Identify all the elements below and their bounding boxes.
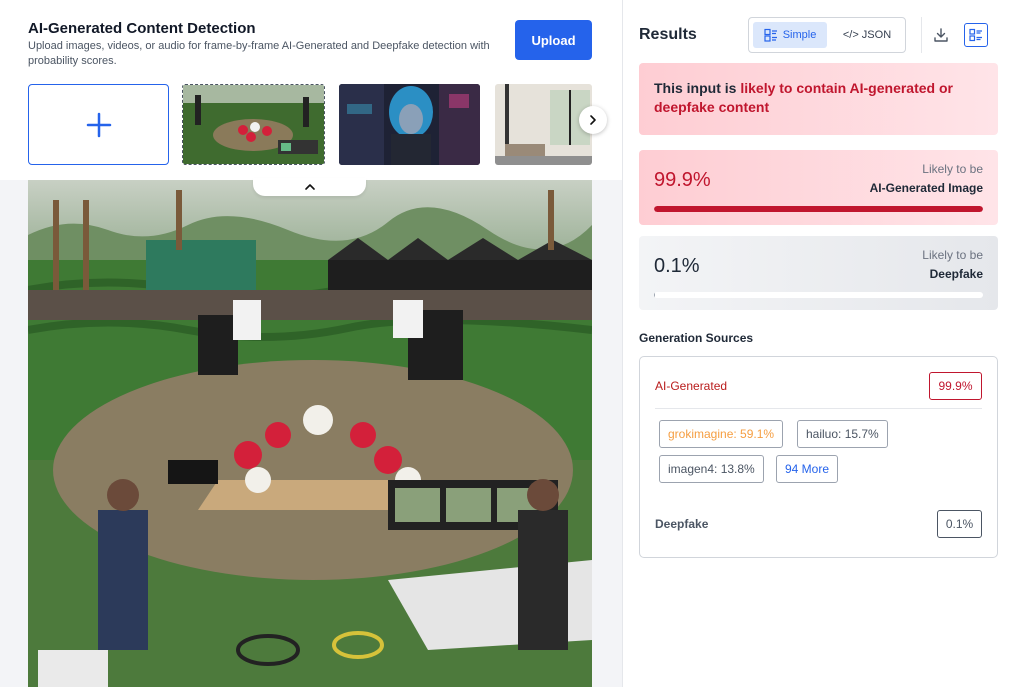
film-set-thumbnail-image (183, 85, 324, 164)
chevron-right-icon (590, 115, 596, 125)
ai-score-label-top: Likely to be (922, 162, 983, 176)
view-toggle: Simple </> JSON (748, 17, 906, 53)
upload-panel: AI-Generated Content Detection Upload im… (0, 0, 622, 687)
ai-score-bar (654, 206, 983, 212)
download-icon (934, 28, 948, 42)
source-chip-imagen4: imagen4: 13.8% (659, 455, 764, 483)
page-title: AI-Generated Content Detection (28, 20, 256, 37)
upload-button[interactable]: Upload (515, 20, 592, 60)
portrait-thumbnail-image (339, 84, 480, 165)
ai-score-bar-fill (654, 206, 983, 212)
verdict-banner: This input is likely to contain AI-gener… (639, 63, 998, 135)
deepfake-score-label-top: Likely to be (922, 248, 983, 262)
deepfake-label: Deepfake (655, 517, 709, 531)
results-title: Results (639, 26, 697, 43)
toolbar-divider (921, 17, 922, 53)
chevron-up-icon (304, 184, 315, 190)
download-button[interactable] (930, 24, 952, 46)
next-thumbnails-button[interactable] (579, 106, 607, 134)
ai-generated-label: AI-Generated (655, 379, 728, 393)
preview-image (28, 180, 592, 687)
plus-icon (86, 112, 111, 137)
results-panel: Results Simple </> JSON This input is li… (622, 0, 1025, 687)
thumbnail-interior[interactable] (495, 84, 592, 165)
media-preview (28, 180, 592, 687)
generation-sources-box: AI-Generated 99.9% grokimagine: 59.1% ha… (639, 356, 998, 558)
list-icon (764, 28, 777, 42)
ai-score-label-bottom: AI-Generated Image (869, 181, 983, 195)
thumbnail-film-set[interactable] (182, 84, 325, 165)
json-view-button[interactable]: </> JSON (831, 22, 903, 48)
verdict-prefix: This input is (654, 80, 741, 96)
layout-button[interactable] (964, 23, 988, 47)
ai-score-value: 99.9% (654, 169, 711, 191)
deepfake-score-label-bottom: Deepfake (929, 267, 983, 281)
ai-generated-score-card: 99.9% Likely to be AI-Generated Image (639, 150, 998, 225)
upload-header: AI-Generated Content Detection Upload im… (0, 0, 622, 180)
more-sources-button[interactable]: 94 More (776, 455, 839, 483)
thumbnail-portrait[interactable] (339, 84, 480, 165)
ai-generated-badge: 99.9% (929, 372, 982, 400)
deepfake-score-card: 0.1% Likely to be Deepfake (639, 236, 998, 310)
sources-divider (655, 408, 982, 409)
deepfake-score-value: 0.1% (654, 255, 700, 277)
layout-grid-icon (969, 28, 982, 42)
interior-thumbnail-image (495, 84, 592, 165)
simple-view-label: Simple (782, 29, 817, 41)
source-chip-grokimagine: grokimagine: 59.1% (659, 420, 784, 448)
app-root: AI-Generated Content Detection Upload im… (0, 0, 1025, 687)
page-subtitle: Upload images, videos, or audio for fram… (28, 40, 490, 67)
add-media-tile[interactable] (28, 84, 169, 165)
source-chip-hailuo: hailuo: 15.7% (797, 420, 888, 448)
generation-sources-title: Generation Sources (639, 331, 754, 345)
deepfake-badge: 0.1% (937, 510, 982, 538)
simple-view-button[interactable]: Simple (753, 22, 827, 48)
collapse-thumbnails-button[interactable] (253, 178, 366, 196)
deepfake-score-bar (654, 292, 983, 298)
